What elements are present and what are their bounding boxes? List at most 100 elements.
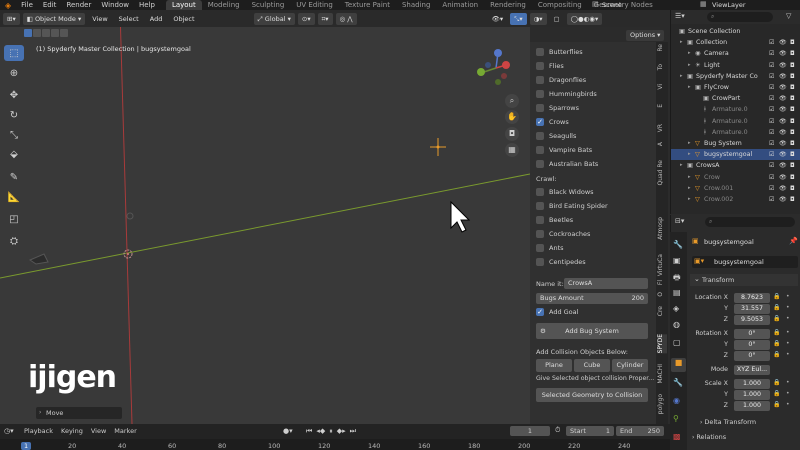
camera-render-icon[interactable]: ◘ xyxy=(790,104,795,115)
menu-file[interactable]: File xyxy=(16,1,38,9)
eye-icon[interactable]: 👁 xyxy=(779,138,787,149)
add-bug-system-button[interactable]: ⚙ Add Bug System xyxy=(536,323,648,339)
sidebar-tab-vr[interactable]: VR xyxy=(657,124,667,132)
crawler-checkbox-bird-eating-spider[interactable]: Bird Eating Spider xyxy=(536,201,608,211)
sidebar-tab-atmosp[interactable]: Atmosp xyxy=(657,217,667,240)
flyer-checkbox-butterflies[interactable]: Butterflies xyxy=(536,47,583,57)
timeline-menu-keying[interactable]: Keying xyxy=(61,427,83,435)
keyframe-dot-icon[interactable]: • xyxy=(786,351,790,358)
camera-render-icon[interactable]: ◘ xyxy=(790,116,795,127)
camera-render-icon[interactable]: ◘ xyxy=(790,149,795,160)
render-tab-icon[interactable]: ▣ xyxy=(673,256,681,265)
timeline-menu-playback[interactable]: Playback xyxy=(24,427,53,435)
disclosure-triangle-icon[interactable]: ▸ xyxy=(688,82,691,93)
filter-icon[interactable]: ▽ xyxy=(786,12,791,20)
keyframe-dot-icon[interactable]: • xyxy=(786,390,790,397)
flyer-checkbox-seagulls[interactable]: Seagulls xyxy=(536,131,576,141)
pin-icon[interactable]: 📌 xyxy=(789,237,798,245)
flyer-checkbox-crows[interactable]: ✓ Crows xyxy=(536,117,569,127)
output-tab-icon[interactable]: 🖶 xyxy=(673,272,681,286)
outliner-row[interactable]: ▸ ▣ Spyderfy Master Co ☑ 👁 ◘ xyxy=(671,71,800,82)
camera-render-icon[interactable]: ◘ xyxy=(790,60,795,71)
location-z-field[interactable]: 9.5053 xyxy=(734,315,770,325)
checkbox-icon[interactable]: ☑ xyxy=(769,127,774,138)
sidebar-tab-o[interactable]: O xyxy=(657,292,667,297)
delta-transform-header[interactable]: › Delta Transform xyxy=(700,418,798,428)
mode-dropdown[interactable]: ◧ Object Mode ▾ xyxy=(22,12,86,25)
perspective-toggle-icon[interactable]: ▦ xyxy=(505,143,519,157)
view-layer-name[interactable]: ViewLayer xyxy=(712,1,746,9)
navigation-gizmo[interactable] xyxy=(476,48,516,88)
checkbox-icon[interactable]: ☑ xyxy=(769,172,774,183)
camera-render-icon[interactable]: ◘ xyxy=(790,183,795,194)
timeline-menu-view[interactable]: View xyxy=(91,427,106,435)
workspace-tab-shading[interactable]: Shading xyxy=(396,0,436,10)
plane-button[interactable]: Plane xyxy=(536,359,572,372)
camera-render-icon[interactable]: ◘ xyxy=(790,127,795,138)
disclosure-triangle-icon[interactable]: ▸ xyxy=(688,60,691,71)
rotate-tool-icon[interactable]: ↻ xyxy=(4,107,24,123)
checkbox-icon[interactable]: ☑ xyxy=(769,60,774,71)
eye-icon[interactable]: 👁 xyxy=(779,127,787,138)
lock-icon[interactable]: 🔒 xyxy=(773,401,780,408)
checkbox-icon[interactable]: ☑ xyxy=(769,138,774,149)
start-frame-field[interactable]: Start 1 xyxy=(566,426,614,436)
sidebar-tab-e[interactable]: E xyxy=(657,104,667,108)
add-menu[interactable]: Add xyxy=(146,13,167,25)
end-frame-field[interactable]: End 250 xyxy=(616,426,664,436)
eye-icon[interactable]: 👁 xyxy=(779,93,787,104)
flyer-checkbox-vampire-bats[interactable]: Vampire Bats xyxy=(536,145,592,155)
outliner-row[interactable]: ▸ ▽ Bug System ☑ 👁 ◘ xyxy=(671,138,800,149)
workspace-tab-compositing[interactable]: Compositing xyxy=(532,0,588,10)
flyer-checkbox-australian-bats[interactable]: Australian Bats xyxy=(536,159,598,169)
disclosure-triangle-icon[interactable]: ▸ xyxy=(680,71,683,82)
outliner-row[interactable]: ▸ ▽ Crow ☑ 👁 ◘ xyxy=(671,172,800,183)
sidebar-tab-polygo[interactable]: polygo xyxy=(657,394,667,414)
sidebar-tab-a[interactable]: A xyxy=(657,142,667,146)
pivot-point-icon[interactable]: ⊙▾ xyxy=(297,12,315,25)
checkbox-icon[interactable]: ☑ xyxy=(769,48,774,59)
sidebar-tab-fl[interactable]: Fl xyxy=(657,280,667,285)
shading-mode-buttons[interactable]: ◯●◐◉▾ xyxy=(566,12,603,25)
tool-tab-icon[interactable]: 🔧 xyxy=(673,240,683,249)
select-box-tool-icon[interactable]: ⬚ xyxy=(4,45,24,61)
lock-icon[interactable]: 🔒 xyxy=(773,315,780,322)
outliner-search-field[interactable]: ⌕ xyxy=(707,12,773,22)
selection-mode-invert-icon[interactable] xyxy=(51,29,59,37)
disclosure-triangle-icon[interactable]: ▸ xyxy=(688,183,691,194)
scale-x-field[interactable]: 1.000 xyxy=(734,379,770,389)
properties-search-field[interactable]: ⌕ xyxy=(705,217,795,227)
eye-icon[interactable]: 👁 xyxy=(779,71,787,82)
view-menu[interactable]: View xyxy=(88,13,111,25)
disclosure-triangle-icon[interactable]: ▸ xyxy=(680,160,683,171)
bugs-amount-field[interactable]: Bugs Amount 200 xyxy=(536,293,648,304)
measure-tool-icon[interactable]: 📐 xyxy=(4,189,24,205)
checkbox-icon[interactable]: ☑ xyxy=(769,104,774,115)
checkbox-icon[interactable]: ☑ xyxy=(769,183,774,194)
transform-orientation-dropdown[interactable]: ⤢ Global ▾ xyxy=(253,12,295,25)
outliner-row[interactable]: ▣ CrowPart ☑ 👁 ◘ xyxy=(671,93,800,104)
disclosure-triangle-icon[interactable]: ▸ xyxy=(688,172,691,183)
rotation-x-field[interactable]: 0° xyxy=(734,329,770,339)
camera-render-icon[interactable]: ◘ xyxy=(790,71,795,82)
keyframe-prev-icon[interactable]: ◂◆ xyxy=(316,427,325,436)
workspace-tab-sculpting[interactable]: Sculpting xyxy=(246,0,291,10)
keyframe-dot-icon[interactable]: • xyxy=(786,401,790,408)
checkbox-icon[interactable]: ☑ xyxy=(769,82,774,93)
cylinder-button[interactable]: Cylinder xyxy=(612,359,648,372)
menu-window[interactable]: Window xyxy=(96,1,134,9)
select-menu[interactable]: Select xyxy=(115,13,143,25)
eye-icon[interactable]: 👁 xyxy=(779,172,787,183)
menu-edit[interactable]: Edit xyxy=(38,1,62,9)
sidebar-tab-spyde[interactable]: SPYDE xyxy=(657,334,667,354)
outliner-row[interactable]: ▸ ▣ Collection ☑ 👁 ◘ xyxy=(671,37,800,48)
disclosure-triangle-icon[interactable]: ▸ xyxy=(680,37,683,48)
relations-header[interactable]: › Relations xyxy=(692,433,798,443)
rotation-mode-dropdown[interactable]: XYZ Eul... xyxy=(734,365,770,375)
snap-icon[interactable]: ⌗▾ xyxy=(317,12,333,25)
physics-tab-icon[interactable]: ◉ xyxy=(673,396,680,405)
add-goal-checkbox[interactable]: ✓ Add Goal xyxy=(536,307,578,317)
checkbox-icon[interactable]: ☑ xyxy=(769,116,774,127)
sidebar-tab-cre[interactable]: Cre xyxy=(657,306,667,316)
eye-icon[interactable]: 👁 xyxy=(779,48,787,59)
